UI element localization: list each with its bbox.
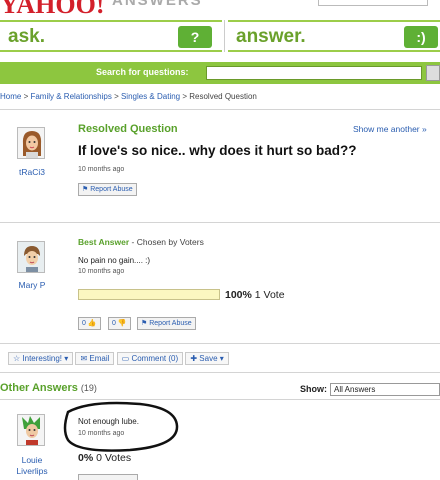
report-label: Report Abuse (90, 186, 133, 193)
email-label: Email (89, 354, 110, 363)
vote-count: 1 Vote (254, 289, 285, 301)
thumbs-up-count: 0 (82, 320, 86, 327)
divider (224, 20, 225, 52)
divider (0, 372, 440, 373)
search-input[interactable] (206, 66, 422, 80)
show-filter-select[interactable]: All Answers (330, 383, 440, 396)
email-button[interactable]: ✉ Email (75, 352, 115, 365)
other-answer-votes: 0% 0 Votes (78, 452, 131, 464)
question-status: Resolved Question (78, 123, 178, 135)
thumbs-down-count: 0 (112, 320, 116, 327)
answers-logo-text: ANSWERS (112, 0, 203, 9)
breadcrumb: Home > Family & Relationships > Singles … (0, 92, 257, 101)
report-label: Report Abuse (149, 320, 192, 327)
interesting-label: Interesting! (22, 354, 62, 363)
show-me-another-link[interactable]: Show me another » (353, 124, 427, 134)
smiley-icon[interactable]: :) (404, 26, 438, 48)
breadcrumb-home[interactable]: Home (0, 92, 21, 101)
other-answerer-avatar[interactable] (17, 414, 45, 446)
thumbs-buttons[interactable] (78, 474, 138, 480)
answerer-avatar[interactable] (17, 241, 45, 273)
top-search-field[interactable] (318, 0, 428, 6)
search-button[interactable] (426, 65, 440, 81)
other-answerer-name-line2: Liverlips (16, 466, 48, 476)
breadcrumb-sep: > (111, 92, 121, 101)
question-title: If love's so nice.. why does it hurt so … (78, 143, 357, 158)
other-vote-percent: 0% (78, 452, 94, 464)
best-answer-label: Best Answer (78, 237, 130, 247)
save-button[interactable]: ✚ Save ▾ (185, 352, 229, 365)
breadcrumb-sep: > (180, 92, 190, 101)
comment-label: Comment (0) (131, 354, 179, 363)
question-icon[interactable]: ? (178, 26, 212, 48)
answer-bar[interactable]: answer. :) (228, 20, 440, 52)
divider (0, 109, 440, 110)
breadcrumb-family[interactable]: Family & Relationships (30, 92, 111, 101)
handdrawn-circle (63, 401, 179, 452)
search-bar: Search for questions: (0, 62, 440, 84)
breadcrumb-current: Resolved Question (189, 92, 257, 101)
other-answer-text: Not enough lube. (78, 417, 139, 426)
asker-name[interactable]: tRaCi3 (2, 167, 62, 177)
other-vote-count: 0 Votes (96, 452, 132, 464)
best-answer-text: No pain no gain.... :) (78, 256, 151, 265)
save-label: Save (199, 354, 218, 363)
thumbs-down-button[interactable]: 0 👎 (108, 317, 131, 330)
divider (0, 222, 440, 223)
search-label: Search for questions: (96, 67, 189, 77)
vote-bar (78, 289, 220, 300)
other-answer-time: 10 months ago (78, 430, 125, 437)
vote-percent: 100% (225, 289, 252, 301)
breadcrumb-singles[interactable]: Singles & Dating (121, 92, 180, 101)
question-time: 10 months ago (78, 166, 125, 173)
yahoo-logo[interactable]: YAHOO! (0, 0, 105, 20)
vote-result: 100% 1 Vote (225, 289, 285, 301)
ask-label: ask. (8, 26, 45, 47)
report-abuse-button[interactable]: ⚑ Report Abuse (78, 183, 137, 196)
report-abuse-button[interactable]: ⚑ Report Abuse (137, 317, 196, 330)
other-answers-heading: Other Answers (19) (0, 382, 97, 394)
comment-button[interactable]: ▭ Comment (0) (116, 352, 184, 365)
show-filter-value: All Answers (334, 385, 376, 394)
ask-bar[interactable]: ask. ? (0, 20, 222, 52)
divider (0, 343, 440, 344)
chosen-by: - Chosen by Voters (129, 237, 204, 247)
asker-avatar[interactable] (17, 127, 45, 159)
best-answer-time: 10 months ago (78, 268, 125, 275)
answer-label: answer. (236, 26, 306, 47)
thumbs-up-button[interactable]: 0 👍 (78, 317, 101, 330)
best-answer-heading: Best Answer - Chosen by Voters (78, 237, 204, 247)
other-answerer-name-line1: Louie (21, 455, 43, 465)
action-bar: ☆ Interesting! ▾ ✉ Email ▭ Comment (0) ✚… (8, 352, 229, 365)
answerer-name[interactable]: Mary P (2, 280, 62, 290)
interesting-button[interactable]: ☆ Interesting! ▾ (8, 352, 74, 365)
other-answers-label: Other Answers (0, 382, 78, 394)
vote-bar-fill (79, 290, 219, 299)
other-answerer-name[interactable]: Louie Liverlips (2, 455, 62, 477)
show-label: Show: (300, 384, 327, 394)
other-answers-count: (19) (80, 383, 97, 393)
